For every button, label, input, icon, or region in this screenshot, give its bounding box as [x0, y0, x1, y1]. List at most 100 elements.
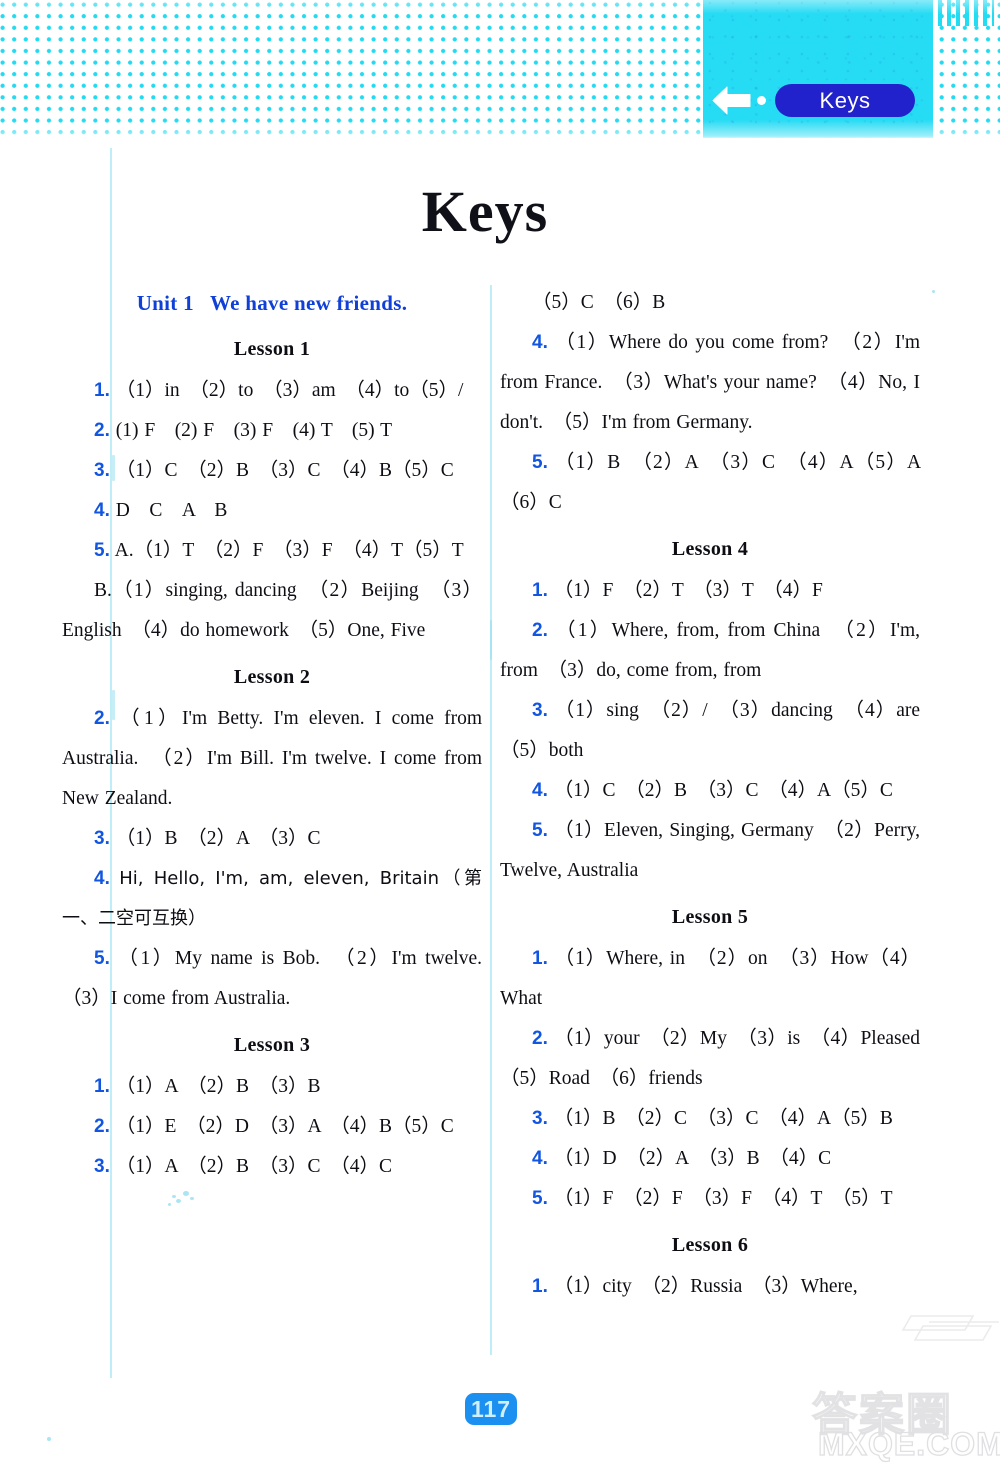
answer-text: （1）C （2）B （3）C （4）B（5）C	[115, 460, 454, 481]
answer-text: （1）Where do you come from? （2）I'm from F…	[500, 332, 921, 433]
lesson-heading: Lesson 5	[671, 906, 749, 928]
lesson-heading: Lesson 4	[671, 538, 749, 560]
answer-item: 1. （1）A （2）B （3）B	[62, 1067, 482, 1107]
answer-text: B.（1）singing, dancing （2）Beijing （3）Engl…	[62, 580, 482, 641]
scan-speck	[168, 1203, 171, 1206]
answer-item: 4. （1）C （2）B （3）C （4）A（5）C	[500, 771, 920, 811]
answer-item: 2. （1）I'm Betty. I'm eleven. I come from…	[62, 699, 482, 819]
answer-number: 2.	[94, 1116, 110, 1137]
watermark-graphic	[901, 1315, 999, 1341]
scan-speck	[176, 1199, 181, 1203]
lesson-heading: Lesson 3	[233, 1034, 311, 1056]
answer-number: 5.	[94, 948, 110, 969]
answer-number: 1.	[532, 948, 548, 969]
answer-text: （1）Where, in （2）on （3）How（4）What	[500, 948, 921, 1009]
lesson-heading: Lesson 6	[671, 1234, 749, 1256]
lesson-heading: Lesson 2	[233, 666, 311, 688]
answers-column-right: （5）C （6）B 4. （1）Where do you come from? （…	[500, 283, 940, 1307]
scan-speck	[47, 1437, 51, 1441]
answer-item: 3. （1）C （2）B （3）C （4）B（5）C	[62, 451, 482, 491]
answer-text: D C A B	[115, 500, 228, 521]
unit-heading: Unit 1 We have new friends.	[62, 283, 482, 323]
answer-item: 5. （1）F （2）F （3）F （4）T （5）T	[500, 1179, 920, 1219]
stripe-pattern	[938, 0, 994, 26]
keys-pill-label: Keys	[819, 87, 871, 113]
answer-item: 5. A.（1）T （2）F （3）F （4）T（5）T	[62, 531, 482, 571]
answer-item: 5. （1）B （2）A （3）C （4）A（5）A （6）C	[500, 443, 940, 523]
answer-number: 4.	[532, 780, 548, 801]
answer-text: （1）I'm Betty. I'm eleven. I come from Au…	[62, 708, 483, 809]
answer-text: （1）city （2）Russia （3）Where,	[553, 1276, 858, 1297]
answer-number: 3.	[94, 828, 110, 849]
answer-text: （1）Eleven, Singing, Germany （2）Perry, Tw…	[500, 820, 920, 881]
page-number-label: 117	[470, 1395, 512, 1422]
answers-column-left: Unit 1 We have new friends. Lesson 1 1. （1）…	[62, 283, 482, 1187]
answer-item: 3. （1）B （2）A （3）C	[62, 819, 482, 859]
answer-text: （1）F （2）F （3）F （4）T （5）T	[553, 1188, 893, 1209]
answer-text: （1）C （2）B （3）C （4）A（5）C	[553, 780, 893, 801]
answer-item: 4. Hi, Hello, I'm, am, eleven, Britain（第…	[62, 859, 482, 939]
answer-number: 2.	[532, 1028, 548, 1049]
answer-item: 1. （1）in （2）to （3）am （4）to（5）/	[62, 371, 482, 411]
answer-item: 2. （1）your （2）My （3）is （4）Pleased （5）Roa…	[500, 1019, 940, 1099]
answer-number: 2.	[94, 420, 110, 441]
answer-number: 1.	[532, 1276, 548, 1297]
answer-text: （1）in （2）to （3）am （4）to（5）/	[115, 380, 464, 401]
scan-speck	[172, 1195, 176, 1198]
answer-continuation: B.（1）singing, dancing （2）Beijing （3）Engl…	[62, 571, 482, 651]
watermark-url-text: MXQE.COM	[817, 1425, 1000, 1462]
answer-item: 5. （1）Eleven, Singing, Germany （2）Perry,…	[500, 811, 920, 891]
unit-label: Unit 1	[136, 291, 194, 315]
answer-text: （1）Where, from, from China （2）I'm, from …	[500, 620, 921, 681]
page-title: Keys	[421, 179, 549, 244]
answer-number: 1.	[94, 1076, 110, 1097]
answer-number: 5.	[532, 1188, 548, 1209]
scan-speck	[183, 1191, 189, 1196]
answer-number: 2.	[532, 620, 548, 641]
keys-pill-button[interactable]: Keys	[775, 84, 915, 117]
answer-text: （1）A （2）B （3）C （4）C	[115, 1156, 393, 1177]
answer-item: 4. D C A B	[62, 491, 482, 531]
answer-number: 3.	[94, 1156, 110, 1177]
scan-speck	[112, 455, 115, 481]
answer-text: （5）C （6）B	[532, 292, 666, 313]
answer-item: 4. （1）D （2）A （3）B （4）C	[500, 1139, 920, 1179]
answer-number: 3.	[94, 460, 110, 481]
answer-text: （1）your （2）My （3）is （4）Pleased （5）Road （…	[500, 1028, 940, 1089]
answer-item: 3. （1）sing （2）/ （3）dancing （4）are （5）bot…	[500, 691, 940, 771]
answer-number: 3.	[532, 700, 548, 721]
answer-item: 3. （1）B （2）C （3）C （4）A（5）B	[500, 1099, 920, 1139]
answer-text: （1）My name is Bob. （2）I'm twelve.（3）I co…	[62, 948, 483, 1009]
page-number-badge: 117	[465, 1393, 517, 1425]
answer-text: （1）F （2）T （3）T （4）F	[553, 580, 823, 601]
unit-title: We have new friends.	[209, 291, 408, 315]
answer-item: 5. （1）My name is Bob. （2）I'm twelve.（3）I…	[62, 939, 482, 1019]
answer-number: 3.	[532, 1108, 548, 1129]
answer-text: （1）D （2）A （3）B （4）C	[553, 1148, 832, 1169]
answer-number: 1.	[94, 380, 110, 401]
scan-speck	[932, 290, 935, 293]
answer-text: （1）E （2）D （3）A （4）B（5）C	[115, 1116, 454, 1137]
column-divider-guide	[490, 285, 492, 1355]
answer-text: A.（1）T （2）F （3）F （4）T（5）T	[114, 540, 464, 561]
answer-number: 5.	[532, 820, 548, 841]
answer-text: （1）sing （2）/ （3）dancing （4）are （5）both	[500, 700, 940, 761]
answer-number: 5.	[532, 452, 548, 473]
answer-item: 2. （1）E （2）D （3）A （4）B（5）C	[62, 1107, 482, 1147]
answer-text: （1）B （2）A （3）C	[115, 828, 321, 849]
answer-item: 4. （1）Where do you come from? （2）I'm fro…	[500, 323, 920, 443]
scan-speck	[190, 1197, 194, 1200]
answer-number: 4.	[532, 332, 548, 353]
keys-header-block	[703, 0, 933, 138]
back-arrow-icon[interactable]	[712, 85, 752, 116]
dot-icon	[757, 96, 766, 105]
lesson-heading: Lesson 1	[233, 338, 311, 360]
answer-number: 1.	[532, 580, 548, 601]
answer-item: 1. （1）city （2）Russia （3）Where,	[500, 1267, 920, 1307]
answer-item: 2. （1）Where, from, from China （2）I'm, fr…	[500, 611, 920, 691]
answer-text: Hi, Hello, I'm, am, eleven, Britain（第一、二…	[62, 868, 482, 929]
answer-item: 3. （1）A （2）B （3）C （4）C	[62, 1147, 482, 1187]
header-decoration-band: Keys	[0, 0, 1000, 140]
answer-continuation: （5）C （6）B	[500, 283, 920, 323]
answer-number: 4.	[532, 1148, 548, 1169]
